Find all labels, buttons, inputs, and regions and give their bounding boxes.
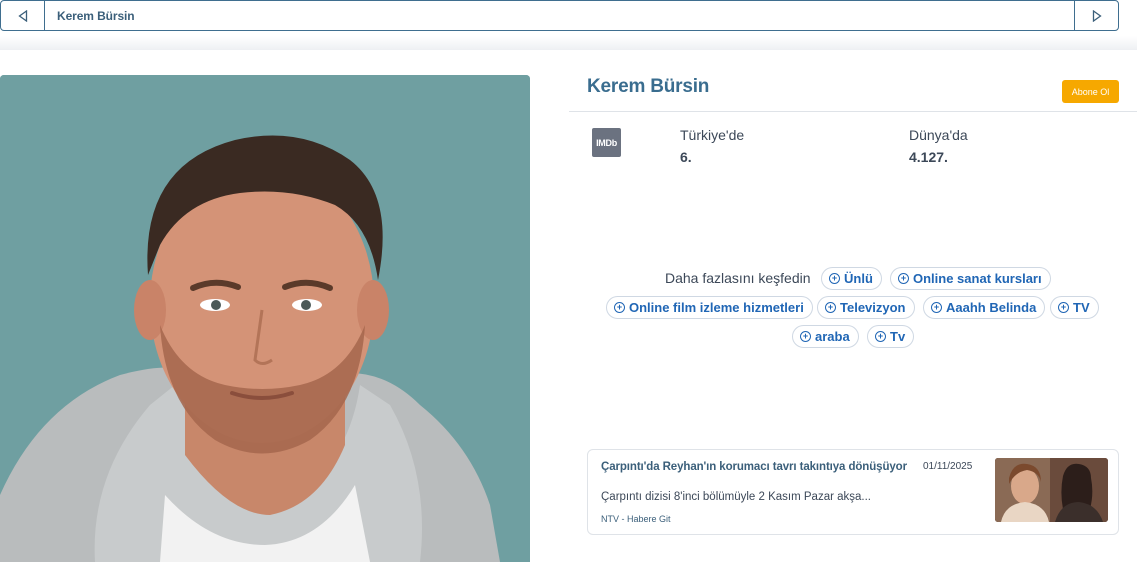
chip-araba[interactable]: + araba (792, 325, 859, 348)
news-card[interactable]: Çarpıntı'da Reyhan'ın korumacı tavrı tak… (587, 449, 1119, 535)
news-source-link[interactable]: NTV - Habere Git (601, 514, 671, 524)
plus-circle-icon: + (825, 302, 836, 313)
plus-circle-icon: + (898, 273, 909, 284)
triangle-right-icon (1092, 9, 1102, 22)
portrait-photo (0, 75, 530, 562)
chip-unlu[interactable]: + Ünlü (821, 267, 882, 290)
world-rank-value: 4.127. (909, 149, 948, 165)
header-shadow (0, 36, 1137, 50)
plus-circle-icon: + (829, 273, 840, 284)
turkey-rank-label: Türkiye'de (680, 127, 745, 143)
plus-circle-icon: + (931, 302, 942, 313)
chip-aaahh-belinda[interactable]: + Aaahh Belinda (923, 296, 1046, 319)
explore-label: Daha fazlasını keşfedin (665, 270, 811, 286)
header-divider (569, 111, 1137, 112)
imdb-logo-icon[interactable]: IMDb (592, 128, 621, 157)
world-rank-label: Dünya'da (909, 127, 968, 143)
nav-title: Kerem Bürsin (57, 9, 135, 23)
top-nav-bar: Kerem Bürsin (0, 0, 1119, 31)
triangle-left-icon (17, 9, 27, 22)
chip-tv-lower[interactable]: + Tv (867, 325, 915, 348)
subscribe-button[interactable]: Abone Ol (1062, 80, 1119, 103)
news-date: 01/11/2025 (923, 461, 973, 472)
chip-tv[interactable]: + TV (1050, 296, 1099, 319)
previous-button[interactable] (1, 1, 45, 30)
chip-online-sanat-kurslari[interactable]: + Online sanat kursları (890, 267, 1051, 290)
next-button[interactable] (1074, 1, 1118, 30)
plus-circle-icon: + (1058, 302, 1069, 313)
plus-circle-icon: + (800, 331, 811, 342)
turkey-rank-value: 6. (680, 149, 692, 165)
profile-name: Kerem Bürsin (587, 76, 710, 97)
chip-online-film-izleme[interactable]: + Online film izleme hizmetleri (606, 296, 813, 319)
news-description: Çarpıntı dizisi 8'inci bölümüyle 2 Kasım… (601, 491, 872, 503)
news-thumbnail[interactable] (995, 458, 1108, 522)
plus-circle-icon: + (614, 302, 625, 313)
chip-televizyon[interactable]: + Televizyon (817, 296, 915, 319)
plus-circle-icon: + (875, 331, 886, 342)
news-title[interactable]: Çarpıntı'da Reyhan'ın korumacı tavrı tak… (601, 461, 907, 473)
